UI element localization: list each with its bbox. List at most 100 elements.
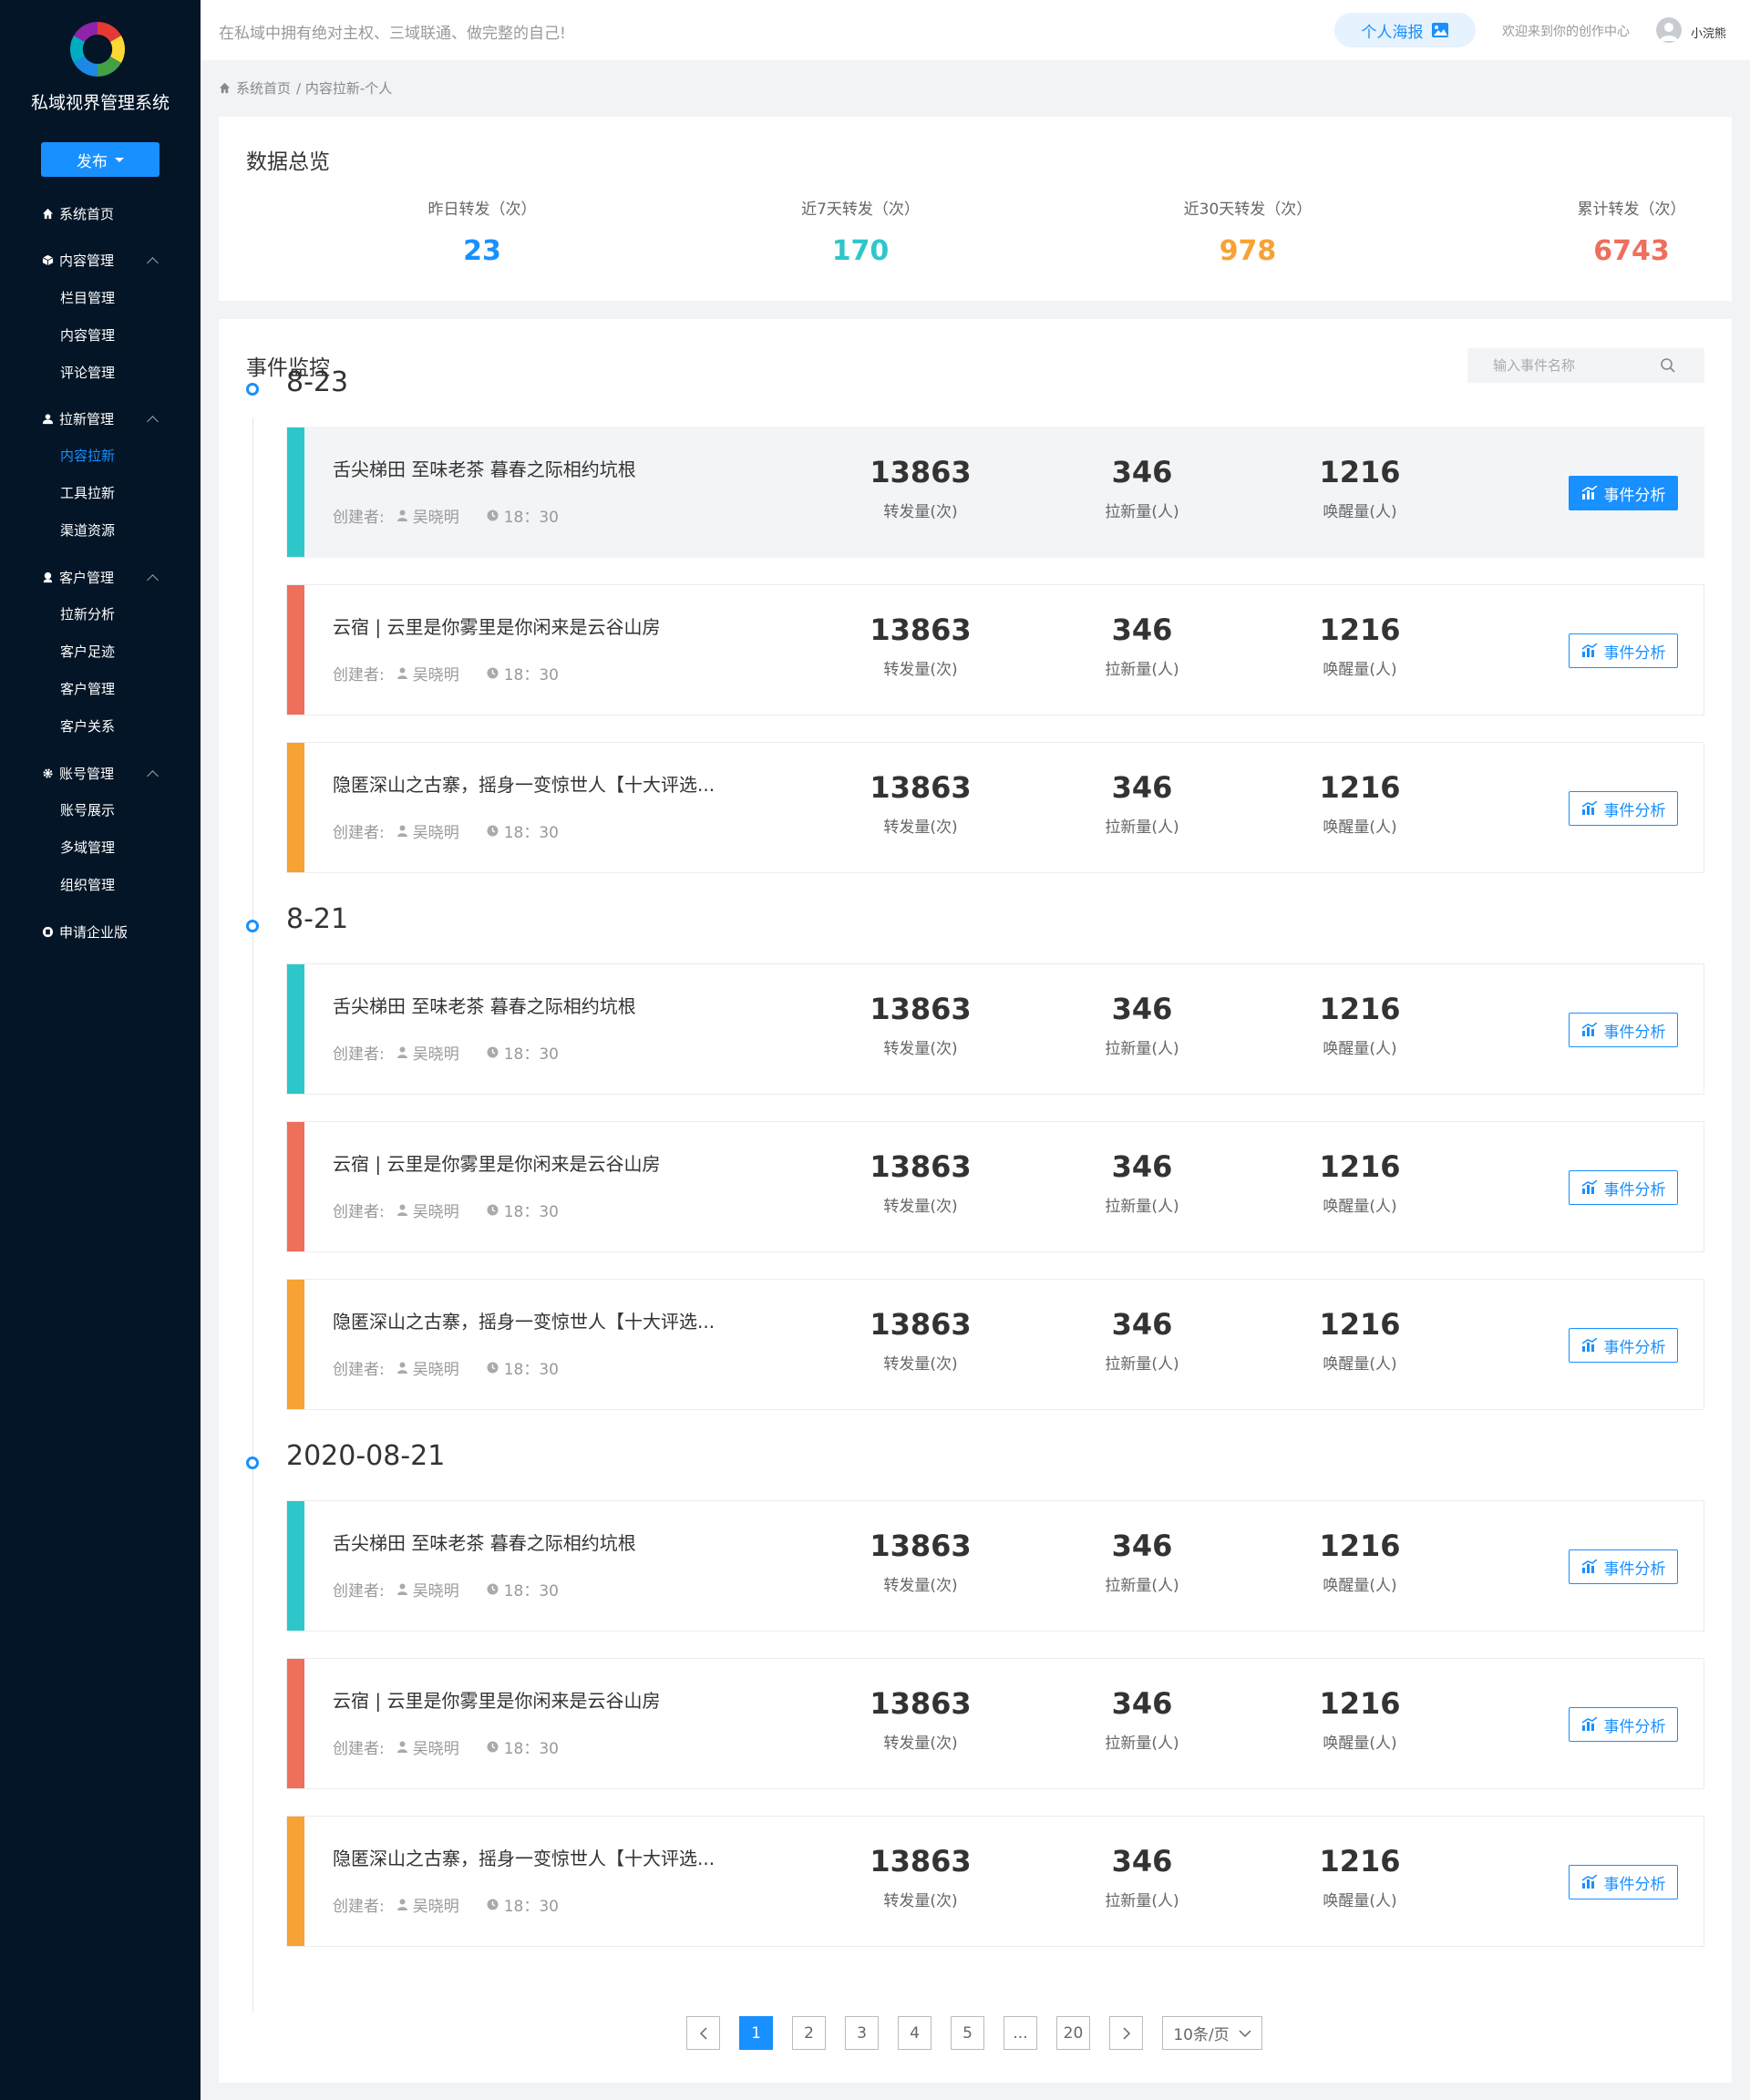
event-card[interactable]: 云宿 | 云里是你雾里是你闲来是云谷山房 创建者: 吴晓明 18：30 13863 转发量… bbox=[286, 1121, 1704, 1252]
clock-icon bbox=[487, 667, 499, 679]
analysis-label: 事件分析 bbox=[1603, 1023, 1666, 1042]
event-card[interactable]: 舌尖梯田 至味老茶 暮春之际相约坑根 创建者: 吴晓明 18：30 13863 转发量(次… bbox=[286, 427, 1704, 558]
sidebar-item-account-display[interactable]: 账号展示 bbox=[60, 800, 115, 820]
event-title[interactable]: 舌尖梯田 至味老茶 暮春之际相约坑根 bbox=[333, 992, 636, 1018]
page-button[interactable]: 4 bbox=[898, 2016, 932, 2050]
event-title[interactable]: 云宿 | 云里是你雾里是你闲来是云谷山房 bbox=[333, 612, 660, 639]
page-ellipsis[interactable]: ... bbox=[1004, 2016, 1037, 2050]
sidebar-item-channels[interactable]: 渠道资源 bbox=[60, 520, 115, 540]
sidebar-item-multi-domain[interactable]: 多域管理 bbox=[60, 838, 115, 858]
event-title[interactable]: 云宿 | 云里是你雾里是你闲来是云谷山房 bbox=[333, 1149, 660, 1176]
event-analysis-button[interactable]: 事件分析 bbox=[1569, 1865, 1678, 1899]
page-button[interactable]: 2 bbox=[792, 2016, 826, 2050]
event-title[interactable]: 舌尖梯田 至味老茶 暮春之际相约坑根 bbox=[333, 1529, 636, 1555]
event-card[interactable]: 舌尖梯田 至味老茶 暮春之际相约坑根 创建者: 吴晓明 18：30 13863 转发量(次… bbox=[286, 963, 1704, 1095]
event-meta: 创建者: 吴晓明 18：30 bbox=[333, 504, 559, 527]
breadcrumb-current: / 内容拉新-个人 bbox=[296, 80, 393, 97]
event-analysis-button[interactable]: 事件分析 bbox=[1569, 1170, 1678, 1205]
chevron-up-icon[interactable] bbox=[147, 770, 159, 782]
metric-forward: 13863 转发量(次) bbox=[829, 1529, 1012, 1595]
avatar[interactable] bbox=[1656, 17, 1682, 43]
sidebar-item-acq-analysis[interactable]: 拉新分析 bbox=[60, 604, 115, 624]
event-title[interactable]: 隐匿深山之古寨，摇身一变惊世人【十大评选... bbox=[333, 770, 715, 797]
sidebar-item-footprint[interactable]: 客户足迹 bbox=[60, 642, 115, 662]
chevron-up-icon[interactable] bbox=[147, 574, 159, 586]
clock-icon bbox=[487, 1899, 499, 1910]
event-analysis-button[interactable]: 事件分析 bbox=[1569, 633, 1678, 668]
event-analysis-button[interactable]: 事件分析 bbox=[1569, 791, 1678, 826]
sidebar-item-column[interactable]: 栏目管理 bbox=[60, 288, 115, 308]
customer-icon bbox=[41, 571, 54, 583]
sidebar-item-relations[interactable]: 客户关系 bbox=[60, 716, 115, 736]
sidebar-item-home[interactable]: 系统首页 bbox=[41, 203, 114, 223]
event-meta: 创建者: 吴晓明 18：30 bbox=[333, 1041, 559, 1064]
page-button[interactable]: 20 bbox=[1056, 2016, 1090, 2050]
sidebar-item-content[interactable]: 内容管理 bbox=[60, 325, 115, 345]
event-title[interactable]: 隐匿深山之古寨，摇身一变惊世人【十大评选... bbox=[333, 1307, 715, 1333]
event-title[interactable]: 隐匿深山之古寨，摇身一变惊世人【十大评选... bbox=[333, 1844, 715, 1870]
publish-button[interactable]: 发布 bbox=[41, 142, 160, 177]
page-size-select[interactable]: 10条/页 bbox=[1162, 2016, 1262, 2050]
event-analysis-button[interactable]: 事件分析 bbox=[1569, 1328, 1678, 1363]
metric-value: 346 bbox=[1111, 1529, 1173, 1563]
user-icon bbox=[396, 1741, 407, 1753]
metric-wake: 1216 唤醒量(人) bbox=[1269, 455, 1451, 521]
metric-new: 346 拉新量(人) bbox=[1051, 455, 1233, 521]
personal-poster-button[interactable]: 个人海报 bbox=[1334, 13, 1476, 47]
metric-label: 唤醒量(人) bbox=[1323, 818, 1397, 837]
chevron-up-icon[interactable] bbox=[147, 257, 159, 269]
event-card[interactable]: 云宿 | 云里是你雾里是你闲来是云谷山房 创建者: 吴晓明 18：30 13863 转发量… bbox=[286, 584, 1704, 715]
event-search[interactable] bbox=[1467, 348, 1704, 383]
metric-new: 346 拉新量(人) bbox=[1051, 1844, 1233, 1910]
timeline-date: 2020-08-21 bbox=[286, 1440, 446, 1472]
sidebar-item-tool-acquisition[interactable]: 工具拉新 bbox=[60, 483, 115, 503]
metric-value: 346 bbox=[1111, 1686, 1173, 1721]
sidebar-group-account[interactable]: 账号管理 bbox=[41, 763, 114, 783]
event-card[interactable]: 舌尖梯田 至味老茶 暮春之际相约坑根 创建者: 吴晓明 18：30 13863 转发量(次… bbox=[286, 1500, 1704, 1632]
event-title[interactable]: 云宿 | 云里是你雾里是你闲来是云谷山房 bbox=[333, 1686, 660, 1713]
metric-value: 13863 bbox=[870, 1149, 972, 1184]
system-name: 私域视界管理系统 bbox=[30, 93, 170, 113]
sidebar-item-comments[interactable]: 评论管理 bbox=[60, 363, 115, 383]
event-card[interactable]: 云宿 | 云里是你雾里是你闲来是云谷山房 创建者: 吴晓明 18：30 13863 转发量… bbox=[286, 1658, 1704, 1789]
search-icon[interactable] bbox=[1660, 357, 1676, 374]
metric-new: 346 拉新量(人) bbox=[1051, 770, 1233, 837]
page-button[interactable]: 1 bbox=[739, 2016, 773, 2050]
metric-value: 346 bbox=[1111, 1844, 1173, 1879]
event-analysis-button[interactable]: 事件分析 bbox=[1569, 1707, 1678, 1742]
chevron-up-icon[interactable] bbox=[147, 416, 159, 427]
metric-value: 346 bbox=[1111, 1307, 1173, 1342]
event-meta: 创建者: 吴晓明 18：30 bbox=[333, 1578, 559, 1601]
sidebar-item-customers[interactable]: 客户管理 bbox=[60, 679, 115, 699]
user-icon bbox=[396, 1583, 407, 1595]
metric-value: 346 bbox=[1111, 612, 1173, 647]
bar-chart-icon bbox=[1581, 1023, 1598, 1037]
user-avatar-icon bbox=[1660, 23, 1678, 41]
user-icon bbox=[396, 1046, 407, 1058]
event-analysis-button[interactable]: 事件分析 bbox=[1569, 1013, 1678, 1047]
breadcrumb-home[interactable]: 系统首页 bbox=[236, 78, 291, 98]
user-icon bbox=[396, 667, 407, 679]
event-card[interactable]: 隐匿深山之古寨，摇身一变惊世人【十大评选... 创建者: 吴晓明 18：30 13863… bbox=[286, 1816, 1704, 1947]
page-button[interactable]: 5 bbox=[951, 2016, 984, 2050]
sidebar-item-organization[interactable]: 组织管理 bbox=[60, 875, 115, 895]
top-header: 在私域中拥有绝对主权、三域联通、做完整的自己! 个人海报 欢迎来到你的创作中心 … bbox=[201, 0, 1750, 60]
event-analysis-button[interactable]: 事件分析 bbox=[1569, 476, 1678, 510]
next-page-button[interactable] bbox=[1109, 2016, 1143, 2050]
sidebar-group-customer[interactable]: 客户管理 bbox=[41, 567, 114, 587]
metric-forward: 13863 转发量(次) bbox=[829, 1686, 1012, 1753]
prev-page-button[interactable] bbox=[686, 2016, 720, 2050]
event-analysis-button[interactable]: 事件分析 bbox=[1569, 1549, 1678, 1584]
event-title[interactable]: 舌尖梯田 至味老茶 暮春之际相约坑根 bbox=[333, 455, 636, 481]
username[interactable]: 小浣熊 bbox=[1691, 24, 1726, 41]
event-card[interactable]: 隐匿深山之古寨，摇身一变惊世人【十大评选... 创建者: 吴晓明 18：30 13863… bbox=[286, 1279, 1704, 1410]
sidebar-group-content[interactable]: 内容管理 bbox=[41, 250, 114, 270]
sidebar-item-content-acquisition[interactable]: 内容拉新 bbox=[60, 446, 115, 466]
event-search-input[interactable] bbox=[1467, 348, 1668, 383]
page-button[interactable]: 3 bbox=[845, 2016, 879, 2050]
metric-label: 转发量(次) bbox=[883, 1735, 958, 1753]
event-card[interactable]: 隐匿深山之古寨，摇身一变惊世人【十大评选... 创建者: 吴晓明 18：30 13863… bbox=[286, 742, 1704, 873]
sidebar-group-acquisition[interactable]: 拉新管理 bbox=[41, 408, 114, 428]
creator-name: 吴晓明 bbox=[412, 509, 459, 527]
sidebar-item-enterprise[interactable]: 申请企业版 bbox=[41, 921, 128, 942]
